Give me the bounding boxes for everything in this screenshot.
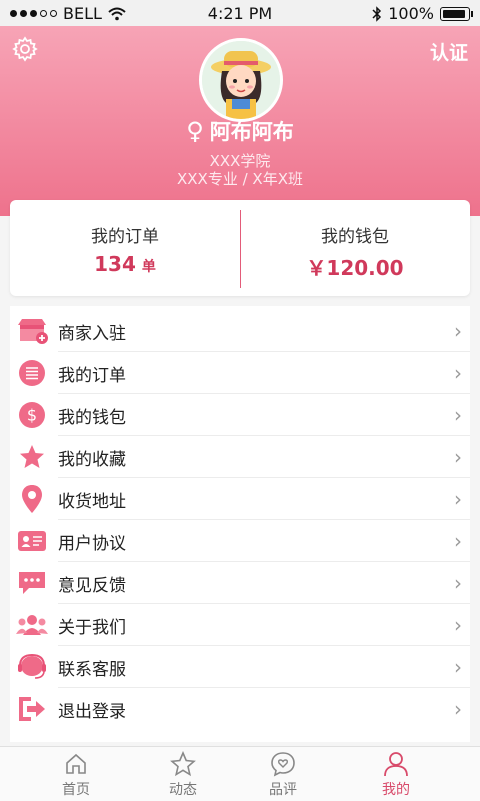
battery-icon: [440, 6, 473, 21]
menu-item-user-agreement[interactable]: 用户协议 ›: [10, 520, 470, 562]
menu-label: 退出登录: [58, 701, 126, 722]
menu-label: 用户协议: [58, 533, 126, 554]
name-row: ♀ 阿布阿布: [0, 116, 480, 146]
menu-label: 我的收藏: [58, 449, 126, 470]
bottom-tab-bar: 首页 动态 品评 我的: [0, 746, 480, 801]
people-icon: [16, 609, 48, 641]
summary-card: 我的订单 134 单 我的钱包 ￥120.00: [10, 200, 470, 296]
menu-label: 我的钱包: [58, 407, 126, 428]
orders-summary[interactable]: 我的订单 134 单: [10, 200, 240, 296]
menu-label: 意见反馈: [58, 575, 126, 596]
menu-item-customer-service[interactable]: 联系客服 ›: [10, 646, 470, 688]
chevron-right-icon: ›: [454, 613, 462, 637]
home-icon: [66, 753, 86, 774]
user-icon: [384, 752, 408, 777]
list-icon: [16, 357, 48, 389]
svg-text:$: $: [27, 406, 37, 425]
logout-icon: [16, 693, 48, 725]
tab-mine[interactable]: 我的: [356, 751, 436, 799]
certify-button[interactable]: 认证: [430, 38, 468, 65]
female-gender-icon: ♀: [186, 117, 204, 145]
settings-gear-icon[interactable]: [12, 36, 38, 62]
chevron-right-icon: ›: [454, 403, 462, 427]
wallet-balance: ￥120.00: [306, 256, 404, 280]
menu-label: 联系客服: [58, 659, 126, 680]
menu-item-feedback[interactable]: 意见反馈 ›: [10, 562, 470, 604]
orders-count: 134: [94, 252, 136, 276]
chevron-right-icon: ›: [454, 655, 462, 679]
menu-label: 我的订单: [58, 365, 126, 386]
tab-home[interactable]: 首页: [36, 751, 116, 799]
orders-unit: 单: [141, 259, 156, 275]
wallet-summary[interactable]: 我的钱包 ￥120.00: [240, 200, 470, 296]
id-card-icon: [16, 525, 48, 557]
tab-label: 首页: [62, 782, 90, 798]
tab-label: 品评: [269, 782, 297, 798]
battery-percent: 100%: [388, 4, 434, 23]
dollar-icon: $: [16, 399, 48, 431]
chat-bubble-icon: [16, 567, 48, 599]
wallet-summary-title: 我的钱包: [321, 227, 389, 247]
location-pin-icon: [16, 483, 48, 515]
orders-summary-title: 我的订单: [91, 227, 159, 247]
chevron-right-icon: ›: [454, 487, 462, 511]
star-icon: [16, 441, 48, 473]
username: 阿布阿布: [209, 120, 294, 144]
menu-item-logout[interactable]: 退出登录 ›: [10, 688, 470, 730]
menu-item-orders[interactable]: 我的订单 ›: [10, 352, 470, 394]
heart-chat-icon: [271, 752, 295, 777]
menu-label: 收货地址: [58, 491, 126, 512]
chevron-right-icon: ›: [454, 445, 462, 469]
menu-label: 关于我们: [58, 617, 126, 638]
profile-header: 认证 ♀ 阿布阿布 XXX学院 XXX专业 / X年X班: [0, 26, 480, 216]
bluetooth-icon: [372, 5, 382, 22]
headset-icon: [16, 651, 48, 683]
star-outline-icon: [170, 751, 196, 777]
menu-label: 商家入驻: [58, 323, 126, 344]
menu-item-merchant[interactable]: 商家入驻 ›: [10, 310, 470, 352]
store-icon: [16, 315, 48, 347]
tab-feed[interactable]: 动态: [143, 751, 223, 799]
chevron-right-icon: ›: [454, 319, 462, 343]
menu-item-favorites[interactable]: 我的收藏 ›: [10, 436, 470, 478]
menu-item-wallet[interactable]: $ 我的钱包 ›: [10, 394, 470, 436]
avatar[interactable]: [199, 38, 283, 122]
chevron-right-icon: ›: [454, 529, 462, 553]
tab-reviews[interactable]: 品评: [243, 751, 323, 799]
status-right: 100%: [372, 4, 473, 23]
tab-label: 动态: [169, 782, 197, 798]
chevron-right-icon: ›: [454, 361, 462, 385]
orders-summary-value-row: 134 单: [10, 252, 240, 276]
tab-label: 我的: [382, 782, 410, 798]
avatar-girl-illustration: [202, 41, 280, 119]
chevron-right-icon: ›: [454, 571, 462, 595]
status-bar: BELL 4:21 PM 100%: [0, 0, 480, 26]
menu-item-address[interactable]: 收货地址 ›: [10, 478, 470, 520]
chevron-right-icon: ›: [454, 697, 462, 721]
major-class: XXX专业 / X年X班: [177, 170, 303, 188]
menu-item-about[interactable]: 关于我们 ›: [10, 604, 470, 646]
menu-list: 商家入驻 › 我的订单 › $ 我的钱包 › 我的收藏 › 收货地址 › 用户协…: [10, 306, 470, 742]
